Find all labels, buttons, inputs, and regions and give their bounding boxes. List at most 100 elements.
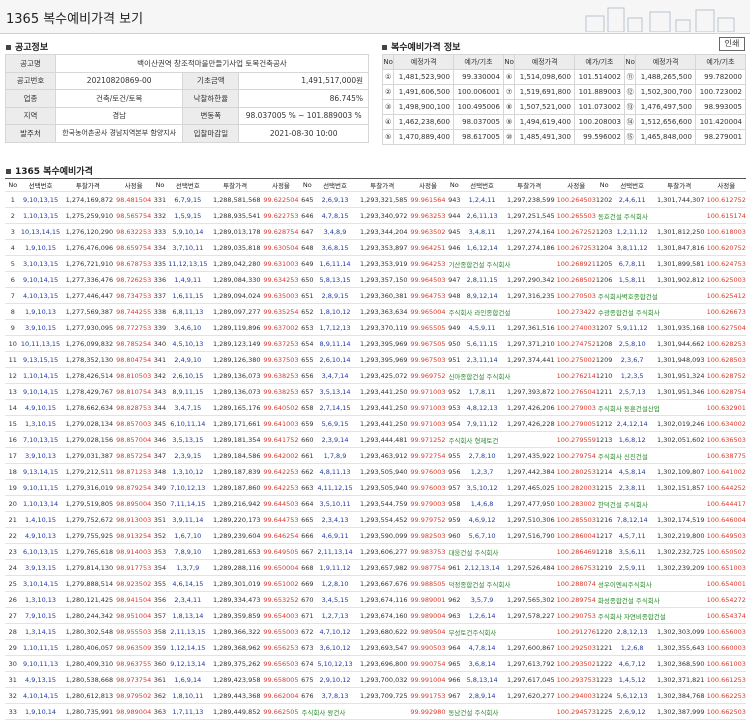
no-cell: 664 xyxy=(299,495,316,512)
bid-price-cell: 1,288,581,568 xyxy=(207,191,263,208)
selected-numbers-cell: 3,4,5,15 xyxy=(315,591,355,608)
no-cell: 967 xyxy=(446,687,463,704)
label-industry: 업종 xyxy=(5,89,56,108)
rate-cell: 100.264503 xyxy=(556,191,596,208)
bid-price-cell: 1,293,395,969 xyxy=(354,335,410,352)
bid-price-cell: 1,297,442,384 xyxy=(501,463,557,480)
rate-cell: 98.810503 xyxy=(115,367,153,384)
selected-numbers-cell: 5,6,7,10 xyxy=(462,527,502,544)
price-no: ⑫ xyxy=(623,84,637,100)
price-ratio: 101.420004 xyxy=(694,114,747,130)
selected-numbers-cell: 1,5,8,11 xyxy=(612,271,652,288)
selected-numbers-cell: 1,2,6,8 xyxy=(612,639,652,656)
selected-numbers-cell: 10,11,13,15 xyxy=(20,335,61,352)
price-no: ⑭ xyxy=(623,114,637,130)
selected-numbers-cell: 1,9,10,13 xyxy=(20,303,61,320)
bid-price-cell: 1,297,290,342 xyxy=(501,271,557,288)
no-cell: 1210 xyxy=(595,367,613,384)
bid-price-cell: 1,280,244,342 xyxy=(60,607,116,624)
rate-cell: 100.267253 xyxy=(556,239,596,256)
selected-numbers-cell: 7,8,12,14 xyxy=(612,511,652,528)
no-cell: 1224 xyxy=(595,687,613,704)
col-bid-price: 투찰가격 xyxy=(651,178,707,192)
col-no: No xyxy=(502,54,516,70)
selected-numbers-cell: 1,3,10,12 xyxy=(167,463,208,480)
selected-numbers-cell: 1,2,8,10 xyxy=(315,575,355,592)
price-no: ⑩ xyxy=(502,129,516,145)
col-no: No xyxy=(446,178,463,192)
selected-numbers-cell: 2,11,13,15 xyxy=(167,623,208,640)
selected-numbers-cell: 6,10,11,14 xyxy=(167,415,208,432)
bid-price-cell: 1,297,600,867 xyxy=(501,639,557,656)
bid-price-cell: 1,279,755,925 xyxy=(60,527,116,544)
table-row: 13 9,10,14,15 1,278,429,767 98.810754 343 8,9… xyxy=(5,383,746,400)
price-value: 1,491,606,500 xyxy=(393,84,454,100)
selected-numbers-cell: 3,7,10,11 xyxy=(167,239,208,256)
notice-section-heading: 공고정보 xyxy=(6,40,48,53)
no-cell: 1218 xyxy=(595,543,613,560)
col-rate: 사정율 xyxy=(706,178,746,192)
selected-numbers-cell: 4,5,8,14 xyxy=(612,463,652,480)
no-cell: 959 xyxy=(446,511,463,528)
selected-numbers-cell: 4,7,8,15 xyxy=(315,207,355,224)
print-button[interactable]: 인쇄 xyxy=(719,37,745,51)
table-row: 2 1,10,13,15 1,275,259,910 98.565754 332 1,5,… xyxy=(5,207,746,224)
rate-cell: 99.638253 xyxy=(262,367,300,384)
rate-cell: 100.274752 xyxy=(556,335,596,352)
bid-price-cell: 1,289,423,958 xyxy=(207,671,263,688)
rate-cell: 99.637503 xyxy=(262,351,300,368)
bid-price-cell: 1,277,569,387 xyxy=(60,303,116,320)
rate-cell: 98.951004 xyxy=(115,607,153,624)
selected-numbers-cell: 3,4,6,10 xyxy=(167,319,208,336)
bid-price-cell: 1,293,657,982 xyxy=(354,559,410,576)
col-no: No xyxy=(152,178,168,192)
selected-numbers-cell: 9,10,14,15 xyxy=(20,271,61,288)
rate-cell: 98.963755 xyxy=(115,655,153,672)
label-range: 변동폭 xyxy=(182,106,240,125)
no-cell: 964 xyxy=(446,639,463,656)
rate-cell: 99.658005 xyxy=(262,671,300,688)
bid-price-cell: 1,302,239,209 xyxy=(651,559,707,576)
no-cell: 359 xyxy=(152,639,168,656)
bid-price-cell: 1,302,387,999 xyxy=(651,703,707,720)
selected-numbers-cell: 4,6,9,11 xyxy=(315,527,355,544)
selected-numbers-cell: 2,3,9,14 xyxy=(315,431,355,448)
rate-cell: 99.989504 xyxy=(409,623,447,640)
table-row: 32 4,10,14,15 1,280,612,813 98.979502 362 1,8… xyxy=(5,687,746,704)
no-cell: 341 xyxy=(152,351,168,368)
rate-cell: 98.804754 xyxy=(115,351,153,368)
selected-numbers-cell: 1,8,10,11 xyxy=(167,687,208,704)
bid-price-cell: 1,297,251,545 xyxy=(501,207,557,224)
table-row: 31 4,9,13,15 1,280,538,668 98.973754 361 1,6,… xyxy=(5,671,746,688)
selected-numbers-cell: 2,8,9,15 xyxy=(315,287,355,304)
rate-cell: 100.662503 xyxy=(706,703,746,720)
no-cell: 32 xyxy=(5,687,21,704)
rate-cell: 99.971003 xyxy=(409,383,447,400)
rate-cell: 99.971003 xyxy=(409,399,447,416)
price-value: 1,465,848,000 xyxy=(635,129,696,145)
no-cell: 672 xyxy=(299,623,316,640)
price-value: 1,488,265,500 xyxy=(635,69,696,85)
bid-price-cell: 1,293,674,116 xyxy=(354,591,410,608)
label-notice-name: 공고명 xyxy=(5,54,56,73)
rate-cell: 100.273422 xyxy=(556,303,596,320)
bid-price-cell: 1,301,744,307 xyxy=(651,191,707,208)
selected-numbers-cell: 4,7,10,12 xyxy=(315,623,355,640)
no-cell: 659 xyxy=(299,415,316,432)
selected-numbers-cell: 5,8,13,15 xyxy=(315,271,355,288)
selected-numbers-cell: 6,10,13,15 xyxy=(20,543,61,560)
no-cell: 951 xyxy=(446,351,463,368)
bid-price-cell: 1,278,662,634 xyxy=(60,399,116,416)
rate-cell: 99.963253 xyxy=(409,207,447,224)
selected-numbers-cell: 1,10,13,14 xyxy=(20,495,61,512)
no-cell: 9 xyxy=(5,319,21,336)
selected-numbers-cell: 7,8,9,10 xyxy=(167,543,208,560)
rate-cell: 100.268502 xyxy=(556,271,596,288)
no-cell: 30 xyxy=(5,655,21,672)
no-cell: 671 xyxy=(299,607,316,624)
rate-cell: 99.662505 xyxy=(262,703,300,720)
price-value: 1,502,300,700 xyxy=(635,84,696,100)
selected-numbers-cell: 4,5,10,13 xyxy=(167,335,208,352)
price-no: ⑧ xyxy=(502,99,516,115)
no-cell: 1212 xyxy=(595,415,613,432)
